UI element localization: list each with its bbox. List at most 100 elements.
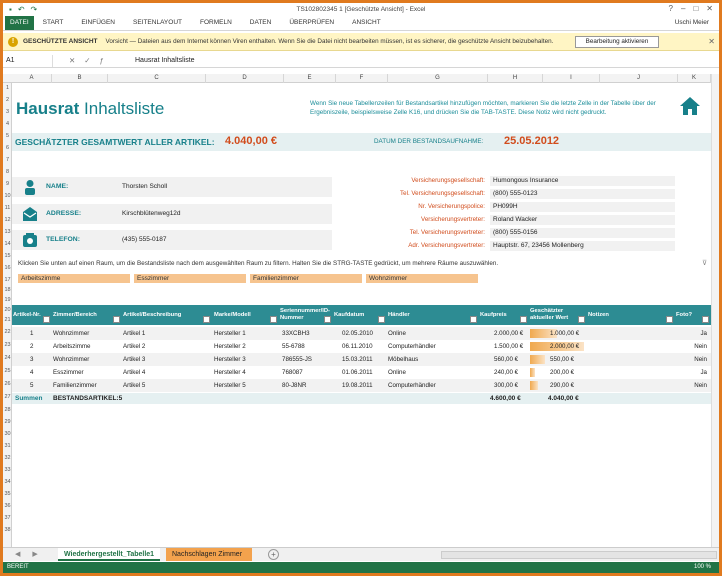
- row-number[interactable]: 28: [3, 407, 12, 413]
- cell-desc[interactable]: Artikel 2: [123, 343, 145, 350]
- cell-photo[interactable]: Nein: [694, 343, 707, 350]
- cell-dealer[interactable]: Möbelhaus: [388, 356, 418, 363]
- row-number[interactable]: 30: [3, 431, 12, 437]
- function-icon[interactable]: ƒ: [100, 56, 104, 65]
- name-box[interactable]: A1: [3, 54, 53, 67]
- row-number[interactable]: 25: [3, 368, 12, 374]
- tab-insert[interactable]: EINFÜGEN: [72, 16, 124, 30]
- cell-room[interactable]: Familienzimmer: [53, 382, 97, 389]
- insurance-value[interactable]: (800) 555-0156: [490, 228, 675, 238]
- column-header[interactable]: K: [678, 74, 711, 83]
- row-number[interactable]: 20: [3, 307, 12, 313]
- row-number[interactable]: 33: [3, 467, 12, 473]
- cell-date[interactable]: 19.08.2011: [342, 382, 373, 389]
- row-number[interactable]: 35: [3, 491, 12, 497]
- row-number[interactable]: 3: [3, 109, 12, 115]
- row-number[interactable]: 24: [3, 355, 12, 361]
- row-number[interactable]: 8: [3, 169, 12, 175]
- col-header-dealer[interactable]: Händler: [388, 305, 478, 325]
- cell-room[interactable]: Arbeitszimme: [53, 343, 90, 350]
- filter-dropdown-icon[interactable]: [43, 316, 50, 323]
- room-filter-button[interactable]: Arbeitszimme: [18, 274, 130, 283]
- col-header-value[interactable]: Geschätzter aktueller Wert: [530, 305, 586, 325]
- row-number[interactable]: 38: [3, 527, 12, 533]
- cell-date[interactable]: 06.11.2010: [342, 343, 373, 350]
- row-number[interactable]: 13: [3, 229, 12, 235]
- cell-desc[interactable]: Artikel 5: [123, 382, 145, 389]
- row-number[interactable]: 14: [3, 241, 12, 247]
- close-bar-icon[interactable]: ✕: [708, 37, 715, 46]
- cell-desc[interactable]: Artikel 4: [123, 369, 145, 376]
- cell-brand[interactable]: Hersteller 2: [214, 343, 246, 350]
- col-header-serial[interactable]: Seriennummer/ID-Nummer: [280, 305, 332, 325]
- vertical-scrollbar[interactable]: [711, 74, 719, 547]
- cell-dealer[interactable]: Computerhändler: [388, 382, 436, 389]
- row-number[interactable]: 23: [3, 342, 12, 348]
- help-icon[interactable]: ?: [669, 4, 673, 13]
- table-row[interactable]: 1 Wohnzimmer Artikel 1 Hersteller 1 33XCBH3 0…: [12, 327, 711, 340]
- tab-view[interactable]: ANSICHT: [343, 16, 390, 30]
- row-number[interactable]: 9: [3, 181, 12, 187]
- col-header-room[interactable]: Zimmer/Bereich: [53, 305, 121, 325]
- column-header[interactable]: H: [488, 74, 543, 83]
- insurance-value[interactable]: (800) 555-0123: [490, 189, 675, 199]
- row-number[interactable]: 26: [3, 381, 12, 387]
- cell-value[interactable]: 2.000,00 €: [550, 343, 579, 350]
- maximize-icon[interactable]: □: [693, 4, 698, 13]
- filter-dropdown-icon[interactable]: [666, 316, 673, 323]
- row-number[interactable]: 6: [3, 145, 12, 151]
- column-header[interactable]: E: [284, 74, 336, 83]
- filter-dropdown-icon[interactable]: [470, 316, 477, 323]
- table-row[interactable]: 5 Familienzimmer Artikel 5 Hersteller 5 80-J…: [12, 379, 711, 392]
- cell-brand[interactable]: Hersteller 5: [214, 382, 246, 389]
- cell-serial[interactable]: 786555-JS: [282, 356, 312, 363]
- tab-start[interactable]: START: [34, 16, 73, 30]
- filter-dropdown-icon[interactable]: [378, 316, 385, 323]
- row-number[interactable]: 12: [3, 217, 12, 223]
- row-number[interactable]: 5: [3, 133, 12, 139]
- column-header[interactable]: J: [600, 74, 678, 83]
- insurance-value[interactable]: Roland Wacker: [490, 215, 675, 225]
- row-number[interactable]: 19: [3, 297, 12, 303]
- col-header-date[interactable]: Kaufdatum: [334, 305, 386, 325]
- column-header[interactable]: F: [336, 74, 388, 83]
- cell-date[interactable]: 15.03.2011: [342, 356, 373, 363]
- filter-dropdown-icon[interactable]: [520, 316, 527, 323]
- cell-room[interactable]: Wohnzimmer: [53, 330, 89, 337]
- filter-dropdown-icon[interactable]: [203, 316, 210, 323]
- close-icon[interactable]: ✕: [706, 4, 713, 13]
- col-header-photo[interactable]: Foto?: [676, 305, 710, 325]
- col-header-nr[interactable]: Artikel-Nr.: [13, 305, 51, 325]
- row-number[interactable]: 15: [3, 253, 12, 259]
- cell-nr[interactable]: 1: [30, 330, 33, 337]
- row-number[interactable]: 31: [3, 443, 12, 449]
- cell-serial[interactable]: 768087: [282, 369, 303, 376]
- column-header[interactable]: G: [388, 74, 488, 83]
- enter-icon[interactable]: ✓: [84, 56, 90, 65]
- room-filter-button[interactable]: Wohnzimmer: [366, 274, 478, 283]
- row-number[interactable]: 22: [3, 329, 12, 335]
- row-number[interactable]: 29: [3, 419, 12, 425]
- cell-nr[interactable]: 5: [30, 382, 33, 389]
- row-number[interactable]: 7: [3, 157, 12, 163]
- column-header[interactable]: C: [108, 74, 206, 83]
- cell-value[interactable]: 1.000,00 €: [550, 330, 579, 337]
- filter-dropdown-icon[interactable]: [113, 316, 120, 323]
- row-number[interactable]: 1: [3, 85, 12, 91]
- tab-formulas[interactable]: FORMELN: [191, 16, 241, 30]
- tab-review[interactable]: ÜBERPRÜFEN: [280, 16, 343, 30]
- room-filter-button[interactable]: Familienzimmer: [250, 274, 362, 283]
- tab-page-layout[interactable]: SEITENLAYOUT: [124, 16, 191, 30]
- cell-date[interactable]: 01.06.2011: [342, 369, 373, 376]
- cell-desc[interactable]: Artikel 3: [123, 356, 145, 363]
- cell-dealer[interactable]: Online: [388, 369, 406, 376]
- cell-dealer[interactable]: Online: [388, 330, 406, 337]
- cell-brand[interactable]: Hersteller 4: [214, 369, 246, 376]
- filter-dropdown-icon[interactable]: [578, 316, 585, 323]
- tab-data[interactable]: DATEN: [241, 16, 281, 30]
- row-number[interactable]: 4: [3, 121, 12, 127]
- filter-dropdown-icon[interactable]: [324, 316, 331, 323]
- cell-brand[interactable]: Hersteller 3: [214, 356, 246, 363]
- formula-input[interactable]: Hausrat Inhaltsliste: [129, 57, 195, 64]
- cell-value[interactable]: 550,00 €: [550, 356, 574, 363]
